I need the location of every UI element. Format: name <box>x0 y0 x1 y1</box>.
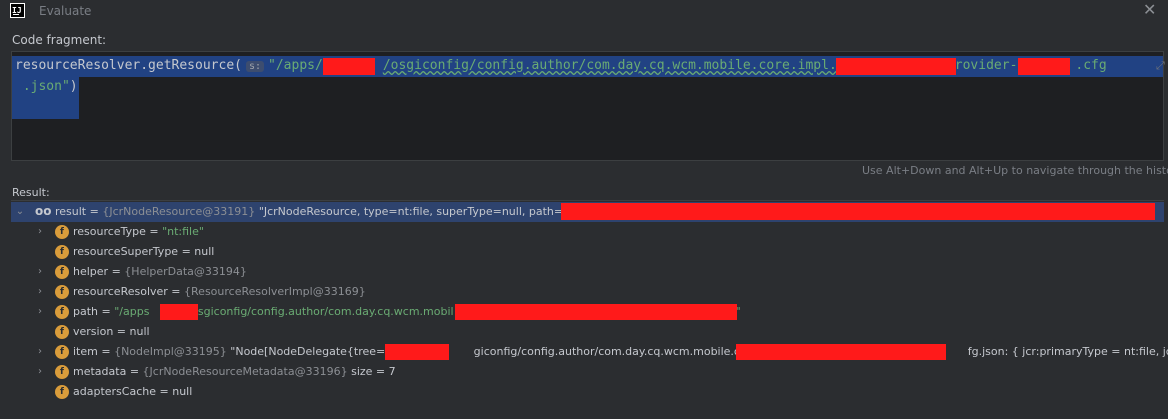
field-text: adaptersCache = null <box>73 385 193 398</box>
field-text: metadata = {JcrNodeResourceMetadata@3319… <box>73 365 396 378</box>
field-text: resourceResolver = {ResourceResolverImpl… <box>73 285 366 298</box>
expand-arrow-icon[interactable]: › <box>35 302 45 322</box>
tree-row-item[interactable]: › f item = {NodeImpl@33195} "Node[NodeDele… <box>11 342 1168 362</box>
field-icon: f <box>55 305 69 319</box>
redaction <box>455 304 737 320</box>
field-icon: f <box>55 325 69 339</box>
field-icon: f <box>55 345 69 359</box>
redaction <box>836 58 956 75</box>
result-label: Result: <box>12 186 50 199</box>
watch-icon: oo <box>35 204 52 218</box>
tree-row-path[interactable]: › f path = "/apps/osgiconfig/config.author… <box>11 302 1164 322</box>
code-fragment-editor[interactable]: resourceResolver.getResource(s: "/apps//o… <box>11 51 1165 161</box>
expand-editor-icon[interactable]: ⤢ <box>1156 59 1165 73</box>
redaction <box>160 304 198 320</box>
expand-arrow-icon[interactable]: › <box>35 262 45 282</box>
redaction <box>1018 58 1070 75</box>
redaction <box>385 344 449 360</box>
field-text: resourceSuperType = null <box>73 245 215 258</box>
redaction <box>323 58 375 75</box>
text-selection <box>12 98 79 119</box>
tree-row-metadata[interactable]: › f metadata = {JcrNodeResourceMetadata@33… <box>11 362 1164 382</box>
code-line-2: .json") <box>15 79 78 94</box>
field-text: resourceType = "nt:file" <box>73 225 204 238</box>
tree-row-resourceSuperType[interactable]: f resourceSuperType = null <box>11 242 1164 262</box>
collapse-arrow-icon[interactable]: ⌄ <box>15 202 25 222</box>
field-icon: f <box>55 245 69 259</box>
field-icon: f <box>55 225 69 239</box>
result-tree[interactable]: ⌄ oo result = {JcrNodeResource@33191} "J… <box>11 200 1168 419</box>
title-bar: IJ Evaluate ✕ <box>0 0 1168 22</box>
tree-row-resourceType[interactable]: › f resourceType = "nt:file" <box>11 222 1164 242</box>
window-title: Evaluate <box>39 4 92 18</box>
result-text: result = {JcrNodeResource@33191} "JcrNod… <box>55 205 594 218</box>
history-navigation-hint: Use Alt+Down and Alt+Up to navigate thro… <box>862 164 1168 177</box>
redaction <box>736 344 946 360</box>
field-icon: f <box>55 365 69 379</box>
field-text: version = null <box>73 325 150 338</box>
field-icon: f <box>55 265 69 279</box>
field-text: item = {NodeImpl@33195} "Node[NodeDelega… <box>73 345 1168 358</box>
expand-arrow-icon[interactable]: › <box>35 222 45 242</box>
field-icon: f <box>55 385 69 399</box>
intellij-app-icon: IJ <box>10 3 25 18</box>
close-icon[interactable]: ✕ <box>1143 0 1156 19</box>
field-icon: f <box>55 285 69 299</box>
expand-arrow-icon[interactable]: › <box>35 282 45 302</box>
code-fragment-label: Code fragment: <box>12 33 107 47</box>
expand-arrow-icon[interactable]: › <box>35 342 45 362</box>
tree-row-adaptersCache[interactable]: f adaptersCache = null <box>11 382 1164 402</box>
tree-row-result[interactable]: ⌄ oo result = {JcrNodeResource@33191} "J… <box>11 202 1164 222</box>
tree-row-version[interactable]: f version = null <box>11 322 1164 342</box>
parameter-hint: s: <box>245 61 265 72</box>
expand-arrow-icon[interactable]: › <box>35 362 45 382</box>
redaction <box>561 203 1155 220</box>
field-text: helper = {HelperData@33194} <box>73 265 247 278</box>
tree-row-resourceResolver[interactable]: › f resourceResolver = {ResourceResolverIm… <box>11 282 1164 302</box>
tree-row-helper[interactable]: › f helper = {HelperData@33194} <box>11 262 1164 282</box>
